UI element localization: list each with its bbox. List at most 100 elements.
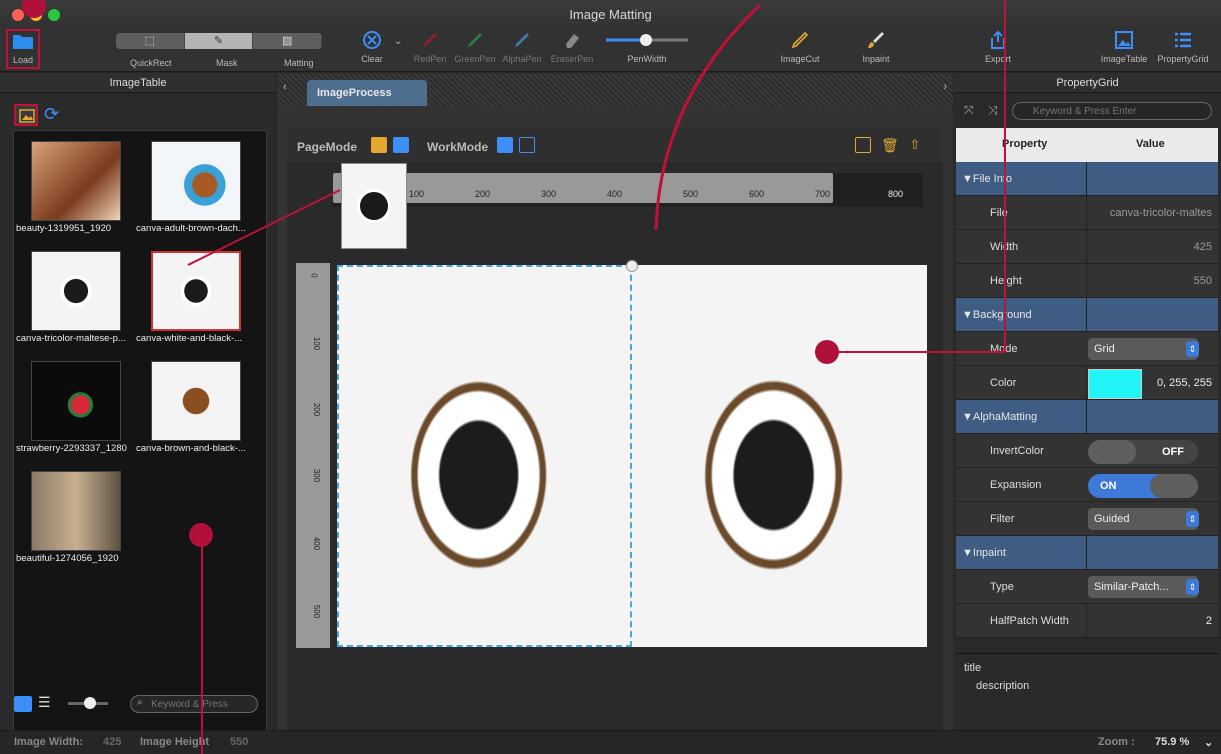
- property-key: Mode: [990, 343, 1018, 355]
- imagetable-toggle[interactable]: ImageTable: [1096, 30, 1152, 64]
- image-search-input[interactable]: [130, 695, 258, 713]
- property-category[interactable]: ▼Inpaint: [956, 536, 1218, 570]
- clear-dropdown-icon[interactable]: ⌄: [394, 36, 402, 47]
- imagecut-button[interactable]: ImageCut: [778, 30, 822, 64]
- export-button[interactable]: Export: [980, 30, 1016, 64]
- dog-photo-icon: [151, 141, 241, 221]
- alphapen-button[interactable]: AlphaPen: [500, 30, 544, 64]
- property-category[interactable]: ▼AlphaMatting: [956, 400, 1218, 434]
- property-row[interactable]: Mode Grid ⇕: [956, 332, 1218, 366]
- ruler-label: 500: [312, 604, 322, 619]
- property-row[interactable]: Height 550: [956, 264, 1218, 298]
- stepper[interactable]: 2: [1086, 604, 1218, 638]
- description-body: description: [976, 680, 1030, 692]
- matting-label: Matting: [284, 58, 314, 68]
- dog-photo-icon: [151, 361, 241, 441]
- image-icon: [1115, 31, 1133, 49]
- edit-mode-icon[interactable]: [497, 137, 513, 153]
- export-icon: [991, 30, 1005, 49]
- image-thumb-0[interactable]: beauty-1319951_1920: [16, 141, 136, 251]
- expand-all-icon[interactable]: ⤧: [964, 103, 974, 118]
- image-thumb-4[interactable]: strawberry-2293337_1280: [16, 361, 136, 471]
- penwidth-slider[interactable]: PenWidth: [604, 30, 690, 64]
- mode-bar: PageMode WorkMode 🗑 ⇧: [287, 128, 943, 164]
- ruler-label: 300: [312, 468, 322, 483]
- property-row[interactable]: InvertColor OFF: [956, 434, 1218, 468]
- mask-segment[interactable]: ✎: [184, 33, 254, 49]
- grid-view-button[interactable]: [14, 696, 32, 712]
- property-select[interactable]: Guided: [1088, 508, 1198, 530]
- propertygrid-toggle[interactable]: PropertyGrid: [1152, 30, 1214, 64]
- property-key: Type: [990, 581, 1014, 593]
- tab-imageprocess[interactable]: ImageProcess: [307, 80, 427, 106]
- maximize-button[interactable]: [48, 9, 60, 21]
- value-column-header: Value: [1136, 138, 1165, 150]
- image-thumb-2[interactable]: canva-tricolor-maltese-p...: [16, 251, 136, 361]
- property-row[interactable]: Color 0, 255, 255: [956, 366, 1218, 400]
- ruler-label: 100: [312, 336, 322, 351]
- zoom-label: Zoom :: [1098, 736, 1135, 748]
- dropdown-chevron-icon[interactable]: ⇕: [1186, 579, 1199, 595]
- toggle-knob[interactable]: [1088, 440, 1136, 464]
- collapse-all-icon[interactable]: ⤨: [988, 103, 998, 118]
- color-swatch[interactable]: [1088, 369, 1142, 399]
- refresh-icon[interactable]: ⟳: [44, 105, 66, 125]
- slider-knob[interactable]: [84, 697, 96, 709]
- greenpen-button[interactable]: GreenPen: [452, 30, 498, 64]
- property-row[interactable]: Filter Guided ⇕: [956, 502, 1218, 536]
- property-category[interactable]: ▼File Info: [956, 162, 1218, 196]
- property-select[interactable]: Similar-Patch...: [1088, 576, 1198, 598]
- image-thumb-3[interactable]: canva-white-and-black-...: [136, 251, 256, 361]
- image-thumb-6[interactable]: beautiful-1274056_1920: [16, 471, 136, 581]
- load-button[interactable]: Load: [6, 29, 40, 69]
- zoom-value[interactable]: 75.9 %: [1155, 736, 1189, 748]
- quickrect-label: QuickRect: [130, 58, 172, 68]
- share-icon[interactable]: ⇧: [907, 137, 923, 153]
- thumbnail-preview: [341, 163, 407, 249]
- image-thumb-5[interactable]: canva-brown-and-black-...: [136, 361, 256, 471]
- image-cut-icon: [791, 31, 809, 49]
- property-key: ▼File Info: [962, 173, 1013, 185]
- zoom-dropdown-icon[interactable]: ⌄: [1204, 736, 1213, 749]
- property-row[interactable]: Expansion ON: [956, 468, 1218, 502]
- red-pen-icon: [423, 33, 437, 47]
- thumb-size-slider[interactable]: [68, 697, 108, 709]
- property-row[interactable]: HalfPatch Width 2: [956, 604, 1218, 638]
- list-view-icon[interactable]: ☰: [38, 694, 51, 711]
- redpen-button[interactable]: RedPen: [410, 30, 450, 64]
- dropdown-chevron-icon[interactable]: ⇕: [1186, 511, 1199, 527]
- toggle-knob[interactable]: [1150, 474, 1198, 498]
- property-search-input[interactable]: [1012, 102, 1212, 120]
- property-select[interactable]: Grid: [1088, 338, 1198, 360]
- result-image: [632, 265, 927, 647]
- grid-header: Property Value: [956, 128, 1218, 162]
- image-canvas[interactable]: [337, 260, 927, 647]
- crop-handle[interactable]: [626, 260, 638, 272]
- single-page-icon[interactable]: [371, 137, 387, 153]
- eraserpen-button[interactable]: EraserPen: [548, 30, 596, 64]
- property-row[interactable]: Width 425: [956, 230, 1218, 264]
- property-row[interactable]: File canva-tricolor-maltes: [956, 196, 1218, 230]
- image-thumb-1[interactable]: canva-adult-brown-dach...: [136, 141, 256, 251]
- tab-scroll-right[interactable]: ›: [943, 81, 947, 93]
- category-spacer: [1086, 162, 1218, 196]
- split-page-icon[interactable]: [393, 137, 409, 153]
- property-row[interactable]: Type Similar-Patch... ⇕: [956, 570, 1218, 604]
- mode-segmented-control[interactable]: ⬚ ✎ ▨: [116, 33, 322, 49]
- tab-scroll-left[interactable]: ‹: [283, 81, 287, 93]
- property-key: Width: [990, 241, 1019, 253]
- quickrect-segment[interactable]: ⬚: [116, 33, 185, 49]
- add-image-button[interactable]: [14, 104, 38, 126]
- image-icon[interactable]: [855, 137, 871, 153]
- trash-icon[interactable]: 🗑: [881, 137, 899, 153]
- property-key: Height: [990, 275, 1022, 287]
- preview-mode-icon[interactable]: [519, 137, 535, 153]
- property-column-header: Property: [1002, 138, 1048, 150]
- inpaint-button[interactable]: Inpaint: [856, 30, 896, 64]
- clear-button[interactable]: Clear: [354, 30, 390, 64]
- property-value: canva-tricolor-maltes: [1086, 196, 1218, 230]
- property-category[interactable]: ▼Background: [956, 298, 1218, 332]
- ruler-label: 100: [409, 189, 425, 199]
- matting-segment[interactable]: ▨: [253, 33, 322, 49]
- dropdown-chevron-icon[interactable]: ⇕: [1186, 341, 1199, 357]
